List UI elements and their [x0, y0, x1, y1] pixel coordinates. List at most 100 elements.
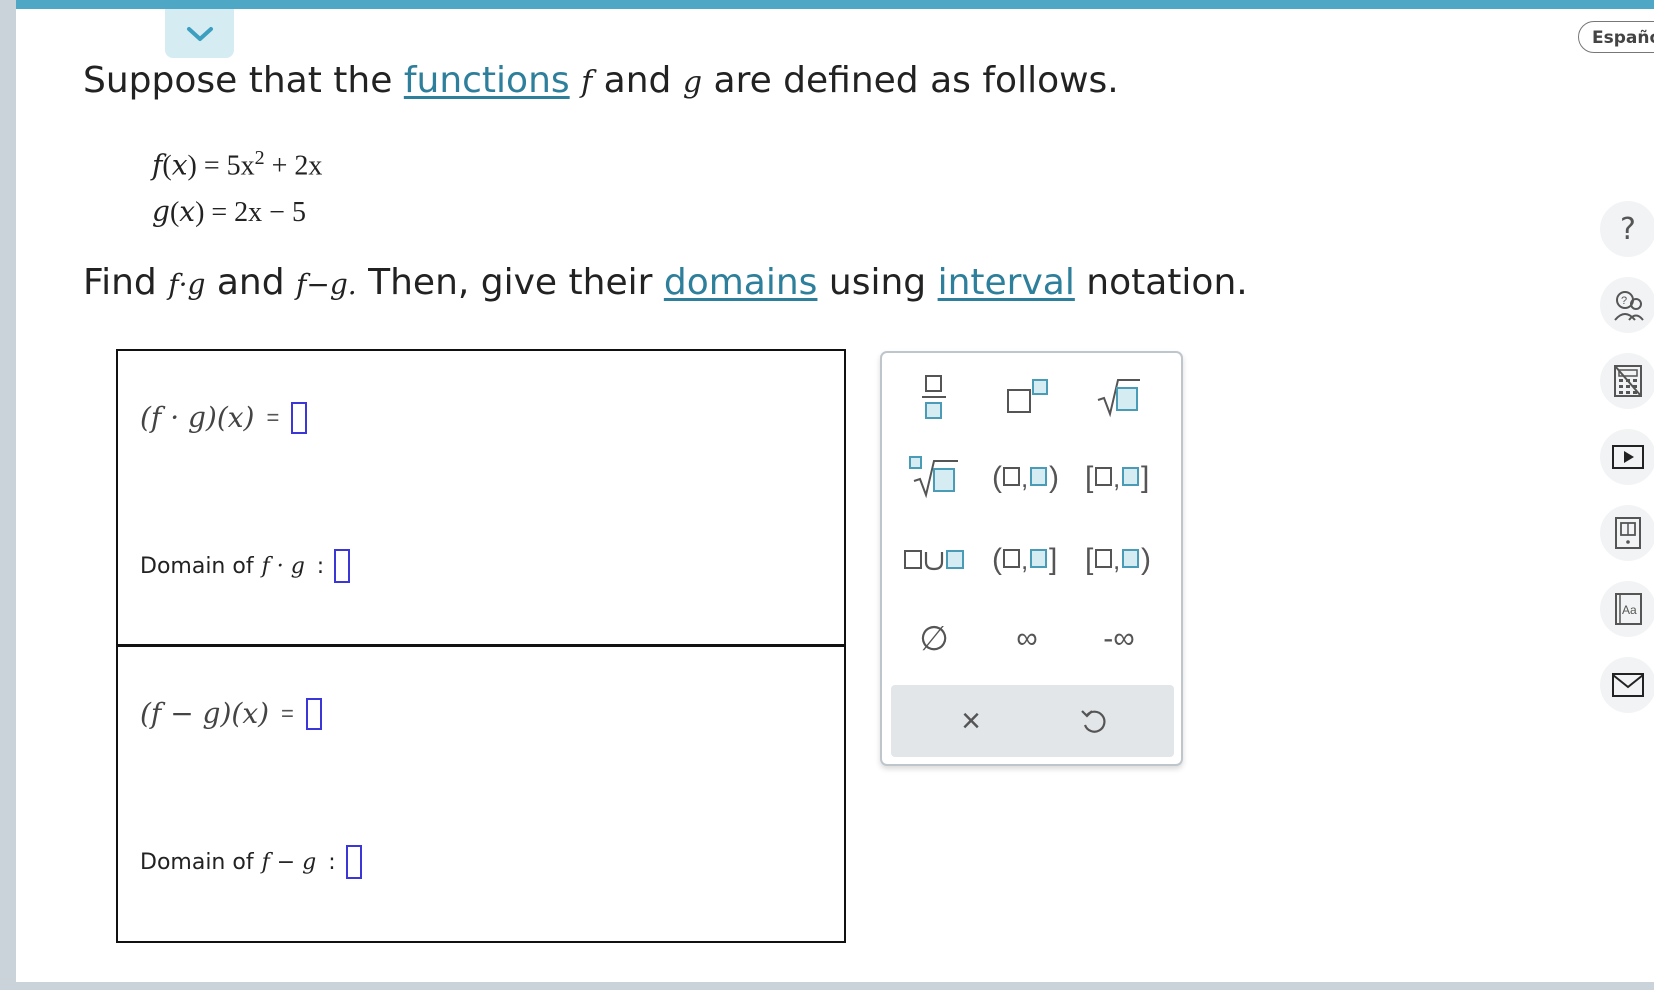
- svg-text:,: ,: [1113, 463, 1120, 493]
- f-def-name: f: [152, 148, 163, 182]
- closed-interval-icon: [,]: [1085, 461, 1149, 494]
- difference-domain-row: Domain of f − g :: [140, 845, 362, 879]
- negative-infinity-icon: -∞: [1103, 622, 1135, 655]
- f-def-tail: + 2x: [271, 150, 323, 182]
- collapse-toggle-button[interactable]: [165, 9, 234, 58]
- nth-root-button[interactable]: [899, 449, 969, 505]
- svg-text:(: (: [992, 543, 1002, 576]
- product-domain-row: Domain of f · g :: [140, 549, 351, 583]
- square-root-icon: [1097, 379, 1140, 418]
- domains-link[interactable]: domains: [664, 262, 818, 303]
- dictionary-icon: Aa: [1615, 593, 1642, 625]
- colon-2: :: [328, 849, 336, 875]
- square-root-button[interactable]: [1084, 369, 1154, 425]
- interval-link[interactable]: interval: [938, 262, 1075, 303]
- open-interval-button[interactable]: (,): [992, 449, 1062, 505]
- calculator-icon: [1614, 365, 1642, 397]
- product-domain-input[interactable]: [334, 549, 351, 583]
- language-toggle-button[interactable]: Españo: [1578, 21, 1654, 53]
- svg-text:): ): [1049, 461, 1059, 494]
- difference-expression: (f − g)(x) =: [140, 697, 322, 730]
- f-definition: f(x) = 5x2 + 2x: [152, 147, 323, 182]
- g-def-rhs: = 2x − 5: [211, 197, 306, 228]
- svg-text:Aa: Aa: [1622, 603, 1637, 617]
- message-button[interactable]: [1600, 657, 1654, 713]
- difference-answer-input[interactable]: [305, 697, 322, 730]
- colon: :: [316, 553, 325, 579]
- exponent-icon: [1007, 379, 1048, 413]
- difference-answer-box: (f − g)(x) = Domain of f − g :: [116, 645, 846, 943]
- left-edge-bar: [0, 0, 16, 990]
- negative-infinity-button[interactable]: -∞: [1084, 611, 1154, 667]
- exponent-button[interactable]: [992, 369, 1062, 425]
- product-domain-name: f · g: [261, 553, 305, 579]
- svg-text:,: ,: [1021, 463, 1028, 493]
- product-answer-input[interactable]: [291, 401, 308, 434]
- svg-text:(: (: [992, 461, 1002, 494]
- empty-set-button[interactable]: ∅: [899, 611, 969, 667]
- and-text-2: and: [205, 262, 297, 303]
- textbook-button[interactable]: [1600, 505, 1654, 561]
- union-button[interactable]: [899, 531, 969, 587]
- left-closed-interval-button[interactable]: (,]: [992, 531, 1062, 587]
- svg-text:]: ]: [1049, 543, 1057, 576]
- nth-root-icon: [909, 456, 958, 499]
- undo-icon: [1081, 710, 1106, 733]
- math-palette: (,) [,] (,] [,) ∅ ∞ -∞ ×: [880, 351, 1183, 766]
- equals-sign: =: [266, 404, 280, 430]
- glossary-button[interactable]: Aa: [1600, 581, 1654, 637]
- close-icon: ×: [961, 701, 981, 740]
- left-closed-right-open-interval-icon: [,): [1085, 543, 1151, 576]
- problem-statement-intro: Suppose that the functions f and g are d…: [83, 60, 1119, 101]
- undo-button[interactable]: [1059, 693, 1129, 749]
- then-text: Then, give their: [356, 262, 664, 303]
- problem-statement-task: Find f·g and f−g. Then, give their domai…: [83, 262, 1248, 303]
- difference-label: (f − g)(x): [140, 697, 270, 730]
- fg-symbol: f·g: [168, 268, 206, 301]
- right-open-interval-button[interactable]: [,): [1084, 531, 1154, 587]
- difference-domain-input[interactable]: [345, 845, 362, 879]
- f-symbol: f: [581, 65, 593, 100]
- product-label: (f · g)(x): [140, 401, 255, 434]
- book-icon: [1615, 517, 1641, 549]
- svg-text:,: ,: [1021, 545, 1028, 575]
- find-text: Find: [83, 262, 169, 303]
- g-definition: g(x) = 2x − 5: [152, 195, 306, 228]
- svg-text:]: ]: [1141, 461, 1149, 494]
- palette-action-bar: ×: [891, 685, 1174, 757]
- fraction-button[interactable]: [899, 369, 969, 425]
- using-text: using: [817, 262, 938, 303]
- notation-text: notation.: [1074, 262, 1248, 303]
- svg-text:): ): [1141, 543, 1151, 576]
- bottom-edge-bar: [16, 982, 1654, 990]
- person-question-icon: ?: [1614, 291, 1644, 321]
- play-video-icon: [1612, 445, 1644, 469]
- video-button[interactable]: [1600, 429, 1654, 485]
- svg-text:[: [: [1085, 461, 1094, 494]
- clear-button[interactable]: ×: [936, 693, 1006, 749]
- g-symbol: g: [682, 65, 703, 100]
- left-open-right-closed-interval-icon: (,]: [992, 543, 1057, 576]
- intro-text: Suppose that the: [83, 60, 404, 101]
- product-expression: (f · g)(x) =: [140, 401, 308, 434]
- ask-tutor-button[interactable]: ?: [1600, 277, 1654, 333]
- empty-set-icon: ∅: [919, 620, 949, 658]
- domain-label: Domain of: [140, 553, 254, 579]
- svg-text:,: ,: [1113, 545, 1120, 575]
- chevron-down-icon: [186, 26, 213, 41]
- product-answer-box: (f · g)(x) = Domain of f · g :: [116, 349, 846, 646]
- equals-sign-2: =: [281, 700, 294, 726]
- and-text: and: [592, 60, 683, 101]
- calculator-button[interactable]: [1600, 353, 1654, 409]
- infinity-button[interactable]: ∞: [992, 611, 1062, 667]
- svg-text:?: ?: [1621, 295, 1627, 307]
- functions-link[interactable]: functions: [404, 60, 570, 101]
- domain-label-2: Domain of: [140, 849, 254, 875]
- help-button[interactable]: ?: [1600, 201, 1654, 257]
- closed-interval-button[interactable]: [,]: [1084, 449, 1154, 505]
- intro-tail-text: are defined as follows.: [702, 60, 1119, 101]
- g-def-name: g: [152, 195, 170, 228]
- f-minus-g-symbol: f−g.: [296, 268, 357, 301]
- f-def-rhs: = 5x: [203, 150, 255, 182]
- infinity-icon: ∞: [1016, 622, 1038, 655]
